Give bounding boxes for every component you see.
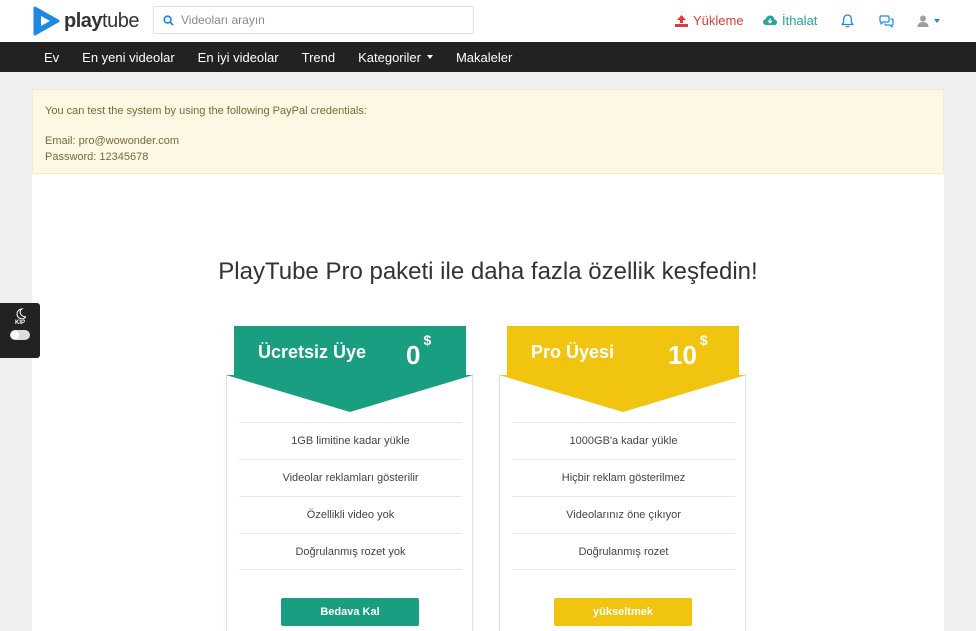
plan-name: Ücretsiz Üye (258, 342, 367, 362)
cloud-download-icon (763, 15, 777, 25)
messages-button[interactable] (877, 12, 895, 30)
night-mode-label: KIP (14, 320, 25, 326)
nav-item-newest[interactable]: En yeni videolar (82, 50, 175, 65)
list-item: 1GB limitine kadar yükle (239, 422, 462, 459)
logo[interactable]: playtube (32, 6, 139, 36)
search-icon (163, 14, 174, 26)
upload-label: Yükleme (693, 13, 744, 28)
import-label: İthalat (782, 13, 818, 28)
top-header: playtube Yükleme İthalat (0, 0, 976, 42)
notifications-button[interactable] (838, 12, 856, 30)
nav-label: Ev (44, 49, 60, 65)
list-item: Videolarınız öne çıkıyor (512, 496, 735, 533)
main-nav: Ev En yeni videolar En iyi videolar Tren… (0, 42, 976, 72)
upload-icon (675, 14, 688, 27)
caret-down-icon (426, 55, 433, 59)
nav-item-top[interactable]: En iyi videolar (198, 50, 279, 65)
plan-banner (499, 326, 746, 412)
chat-icon (878, 14, 894, 28)
user-menu-button[interactable] (917, 12, 945, 30)
nav-label: Trend (301, 49, 336, 65)
nav-item-articles[interactable]: Makaleler (456, 50, 512, 65)
list-item: 1000GB'a kadar yükle (512, 422, 735, 459)
logo-text: playtube (64, 9, 139, 32)
moon-icon (16, 308, 26, 319)
search-input[interactable] (181, 13, 461, 27)
nav-label: Kategoriler (358, 49, 421, 65)
paypal-test-alert: You can test the system by using the fol… (32, 89, 944, 174)
stay-free-button[interactable]: Bedava Kal (281, 598, 419, 626)
night-mode-widget[interactable]: KIP (0, 303, 40, 358)
bell-icon (840, 14, 854, 28)
play-logo-icon (33, 6, 60, 36)
plan-pro: Pro Üyesi 10 $ 1000GB'a kadar yükle Hiçbi… (499, 326, 746, 631)
pricing-card: PlayTube Pro paketi ile daha fazla özell… (32, 174, 944, 631)
chevron-down-icon (934, 19, 940, 23)
plan-price: 10 $ (668, 332, 708, 370)
user-icon (917, 15, 929, 27)
alert-email: Email: pro@wowonder.com (45, 135, 180, 147)
plan-name: Pro Üyesi (531, 342, 615, 362)
nav-item-home[interactable]: Ev (44, 50, 59, 65)
alert-password: Password: 12345678 (45, 151, 149, 163)
list-item: Doğrulanmış rozet yok (239, 533, 462, 570)
list-item: Videolar reklamları gösterilir (239, 459, 462, 496)
nav-label: En yeni videolar (82, 49, 175, 65)
nav-label: Makaleler (455, 49, 513, 65)
list-item: Hiçbir reklam gösterilmez (512, 459, 735, 496)
search-box[interactable] (153, 6, 474, 34)
plan-free: Ücretsiz Üye 0 $ 1GB limitine kadar yükle… (226, 326, 473, 631)
plan-features: 1GB limitine kadar yükle Videolar reklam… (239, 422, 462, 570)
list-item: Özellikli video yok (239, 496, 462, 533)
nav-item-trending[interactable]: Trend (302, 50, 335, 65)
nav-label: En iyi videolar (197, 49, 279, 65)
upgrade-button[interactable]: yükseltmek (554, 598, 692, 626)
alert-intro: You can test the system by using the fol… (45, 105, 367, 117)
page-title: PlayTube Pro paketi ile daha fazla özell… (218, 258, 758, 285)
night-mode-toggle[interactable] (10, 330, 30, 340)
upload-button[interactable]: Yükleme (675, 13, 744, 28)
import-button[interactable]: İthalat (763, 13, 817, 28)
plan-banner (226, 326, 473, 412)
plan-price: 0 $ (406, 332, 432, 370)
list-item: Doğrulanmış rozet (512, 533, 735, 570)
nav-item-categories[interactable]: Kategoriler (358, 50, 433, 65)
plan-features: 1000GB'a kadar yükle Hiçbir reklam göste… (512, 422, 735, 570)
